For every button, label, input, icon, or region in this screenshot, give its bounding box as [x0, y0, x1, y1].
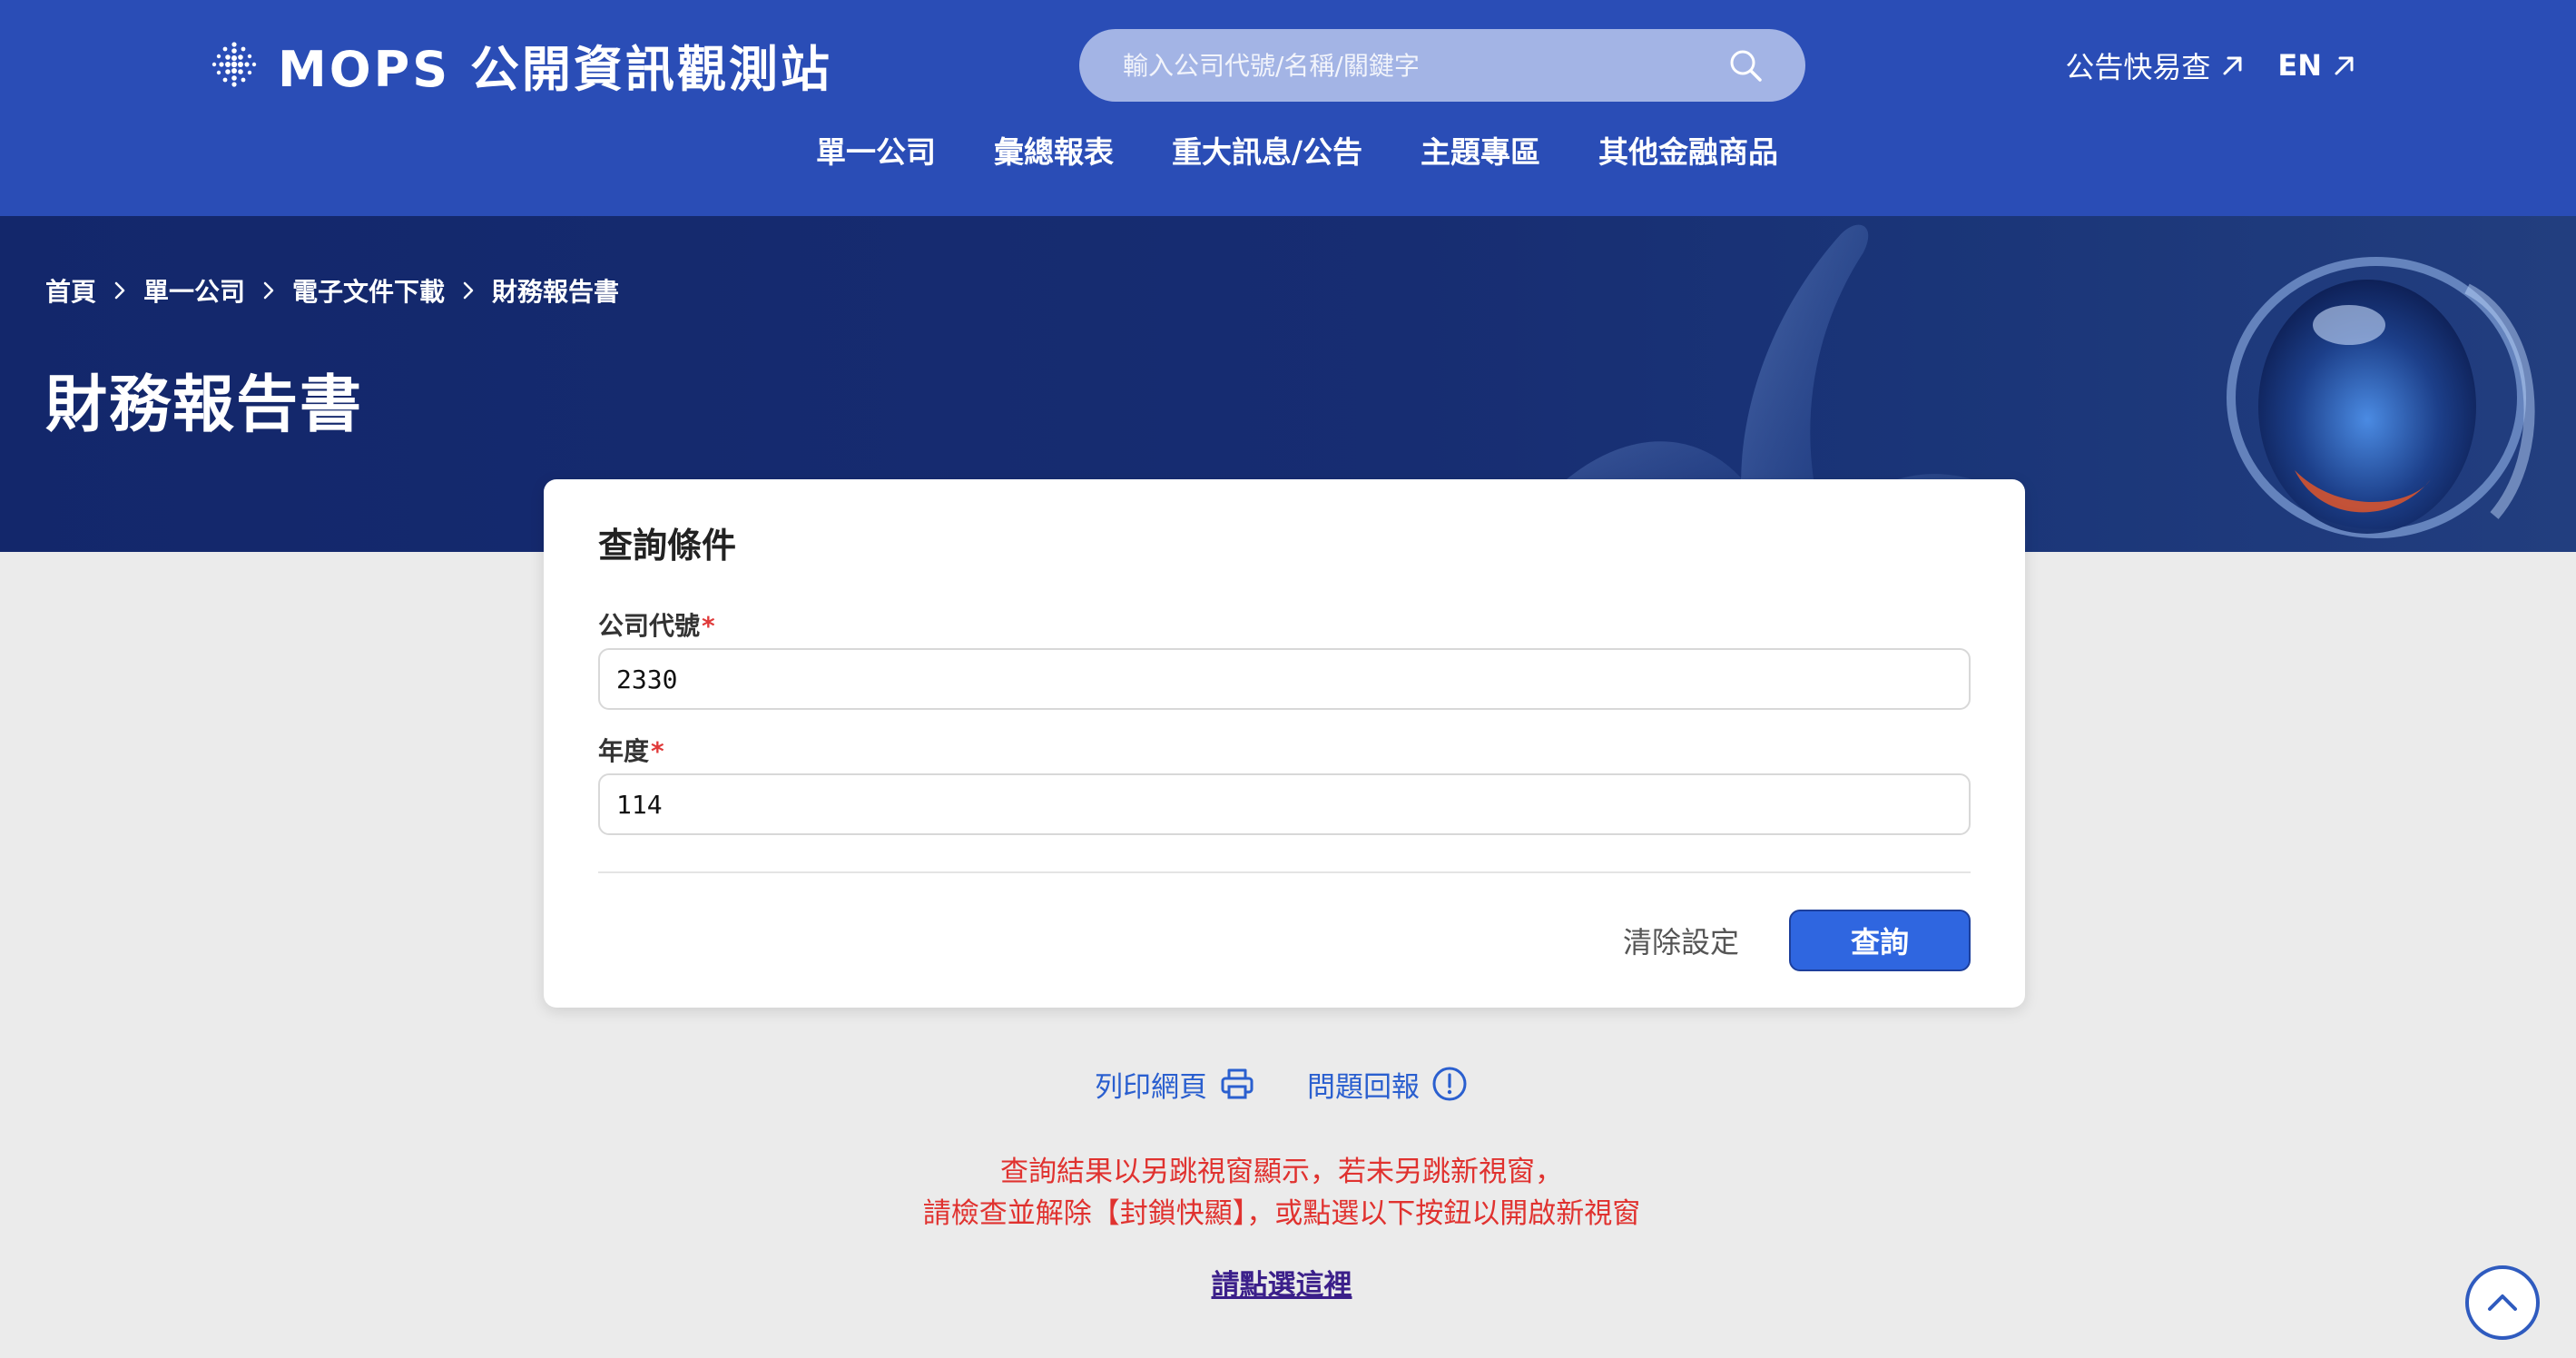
- popup-notice: 查詢結果以另跳視窗顯示，若未另跳新視窗， 請檢查並解除【封鎖快顯】，或點選以下按…: [0, 1151, 2576, 1235]
- company-code-label: 公司代號*: [598, 606, 715, 643]
- quick-announcement-link[interactable]: 公告快易查: [2065, 44, 2247, 86]
- query-card: 查詢條件 公司代號* 年度* 清除設定 查詢: [544, 479, 2025, 1008]
- search-bar: [1079, 29, 1805, 102]
- arrow-up-right-icon: [2335, 56, 2354, 75]
- top-links: 公告快易查 EN: [2065, 38, 2358, 93]
- search-input[interactable]: [1123, 50, 1727, 81]
- search-icon[interactable]: [1727, 47, 1764, 84]
- click-here-container: 請點選這裡: [0, 1262, 2576, 1303]
- quick-announcement-label: 公告快易查: [2065, 50, 2211, 84]
- year-label: 年度*: [598, 732, 664, 768]
- clear-settings-button[interactable]: 清除設定: [1613, 910, 1749, 971]
- form-divider: [598, 871, 1971, 873]
- breadcrumb-home[interactable]: 首頁: [45, 272, 96, 309]
- logo-dots-icon: [211, 42, 257, 87]
- english-link[interactable]: EN: [2277, 48, 2358, 83]
- logo-text: MOPS 公開資訊觀測站: [278, 40, 832, 98]
- nav-single-company[interactable]: 單一公司: [816, 123, 936, 182]
- english-label: EN: [2277, 48, 2322, 83]
- issue-report-link[interactable]: 問題回報: [1307, 1060, 1469, 1107]
- main-nav: 單一公司 彙總報表 重大訊息/公告 主題專區 其他金融商品: [0, 123, 2576, 182]
- popup-notice-line1: 查詢結果以另跳視窗顯示，若未另跳新視窗，: [1000, 1156, 1563, 1188]
- breadcrumb-single-company[interactable]: 單一公司: [143, 272, 245, 309]
- nav-major-announcements[interactable]: 重大訊息/公告: [1172, 123, 1362, 182]
- year-input[interactable]: [598, 773, 1971, 835]
- chevron-right-icon: [463, 281, 474, 300]
- nav-summary-reports[interactable]: 彙總報表: [994, 123, 1114, 182]
- required-mark: *: [702, 611, 715, 641]
- site-header: MOPS 公開資訊觀測站 公告快易查 EN 單一公司 彙總報表 重大訊息/公告 …: [0, 0, 2576, 216]
- printer-icon: [1221, 1068, 1254, 1099]
- arrow-up-right-icon: [2223, 56, 2242, 75]
- breadcrumb: 首頁 單一公司 電子文件下載 財務報告書: [45, 272, 619, 309]
- exclamation-circle-icon: [1432, 1067, 1467, 1101]
- company-code-label-text: 公司代號: [598, 611, 701, 641]
- query-card-title: 查詢條件: [598, 526, 737, 566]
- back-to-top-button[interactable]: [2465, 1265, 2540, 1340]
- required-mark: *: [651, 736, 664, 766]
- nav-other-financial-products[interactable]: 其他金融商品: [1598, 123, 1778, 182]
- click-here-link[interactable]: 請點選這裡: [1212, 1269, 1352, 1302]
- print-page-link[interactable]: 列印網頁: [1095, 1060, 1256, 1107]
- query-button[interactable]: 查詢: [1789, 910, 1971, 971]
- nav-topics[interactable]: 主題專區: [1421, 123, 1540, 182]
- chevron-up-icon: [2488, 1294, 2517, 1311]
- issue-report-label: 問題回報: [1307, 1070, 1420, 1104]
- site-logo[interactable]: MOPS 公開資訊觀測站: [211, 33, 832, 98]
- popup-notice-line2: 請檢查並解除【封鎖快顯】，或點選以下按鈕以開啟新視窗: [922, 1197, 1641, 1230]
- chevron-right-icon: [114, 281, 125, 300]
- company-code-input[interactable]: [598, 648, 1971, 710]
- year-label-text: 年度: [598, 736, 650, 766]
- page-title: 財務報告書: [45, 369, 364, 441]
- page-actions: 列印網頁 問題回報: [0, 1060, 2576, 1107]
- breadcrumb-e-documents[interactable]: 電子文件下載: [292, 272, 445, 309]
- chevron-right-icon: [263, 281, 274, 300]
- print-page-label: 列印網頁: [1095, 1070, 1207, 1104]
- breadcrumb-current: 財務報告書: [492, 277, 620, 307]
